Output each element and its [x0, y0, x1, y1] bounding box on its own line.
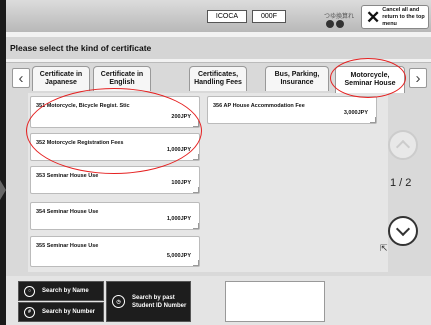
cancel-all-label: Cancel all and return to the top menu: [382, 6, 425, 27]
chevron-down-icon: [395, 221, 411, 237]
clock-icon: ◷: [112, 295, 125, 308]
cursor-icon: ⇱: [380, 243, 388, 253]
tab-certificate-japanese[interactable]: Certificate in Japanese: [32, 66, 90, 91]
item-355[interactable]: 355 Seminar House Use 5,000JPY: [30, 236, 200, 267]
tab-label: Certificates, Handling Fees: [194, 71, 242, 86]
tab-label: Certificate in English: [100, 71, 144, 86]
kiosk-frame: ICOCA 000F つゆ換算れ ✕ Cancel all and return…: [0, 0, 431, 325]
tab-label: Bus, Parking, Insurance: [274, 71, 320, 86]
item-corner: [193, 187, 199, 193]
tab-prev-button[interactable]: ‹: [12, 68, 30, 88]
tab-next-button[interactable]: ›: [409, 68, 427, 88]
search-by-number-button[interactable]: # Search by Number: [18, 302, 104, 322]
item-name: 355 Seminar House Use: [36, 243, 99, 249]
item-name: 353 Seminar House Use: [36, 173, 99, 179]
search-by-name-label: Search by Name: [42, 288, 89, 294]
status-dot-icon: [336, 20, 344, 28]
item-price: 3,000JPY: [343, 110, 368, 116]
status-dot-icon: [326, 20, 334, 28]
status-dots: [326, 20, 344, 28]
search-icon: ○: [24, 285, 35, 297]
cancel-all-button[interactable]: ✕ Cancel all and return to the top menu: [361, 5, 429, 29]
scroll-up-button[interactable]: [388, 130, 418, 160]
annotation-ellipse-items: [26, 88, 202, 174]
info-panel: [225, 281, 325, 322]
page-indicator: 1 / 2: [390, 177, 412, 189]
ic-card-badge: ICOCA: [207, 10, 247, 23]
search-by-number-label: Search by Number: [42, 309, 96, 315]
item-price: 100JPY: [171, 180, 191, 186]
tab-label: Certificate in Japanese: [39, 71, 83, 86]
item-price: 1,000JPY: [166, 216, 191, 222]
item-name: 356 AP House Accommodation Fee: [213, 103, 305, 109]
item-price: 5,000JPY: [166, 253, 191, 259]
item-356[interactable]: 356 AP House Accommodation Fee 3,000JPY: [207, 96, 377, 124]
item-corner: [193, 154, 199, 160]
item-name: 354 Seminar House Use: [36, 209, 99, 215]
top-bar: ICOCA 000F つゆ換算れ ✕ Cancel all and return…: [6, 0, 431, 32]
scroll-down-button[interactable]: [388, 216, 418, 246]
annotation-ellipse-tab: [330, 58, 406, 98]
search-by-past-id-button[interactable]: ◷ Search by past Student ID Number: [106, 281, 191, 322]
search-by-past-id-label: Search by past Student ID Number: [132, 294, 187, 309]
item-354[interactable]: 354 Seminar House Use 1,000JPY: [30, 202, 200, 230]
item-corner: [370, 117, 376, 123]
chevron-up-icon: [395, 139, 411, 155]
search-by-name-button[interactable]: ○ Search by Name: [18, 281, 104, 301]
item-corner: [193, 223, 199, 229]
tab-certificates-handling-fees[interactable]: Certificates, Handling Fees: [189, 66, 247, 91]
page-title: Please select the kind of certificate: [10, 43, 152, 53]
close-icon: ✕: [366, 7, 381, 27]
balance-badge: 000F: [252, 10, 286, 23]
jp-label: つゆ換算れ: [324, 14, 355, 20]
item-corner: [193, 260, 199, 266]
number-icon: #: [24, 306, 35, 318]
tab-bus-parking-insurance[interactable]: Bus, Parking, Insurance: [265, 66, 329, 91]
